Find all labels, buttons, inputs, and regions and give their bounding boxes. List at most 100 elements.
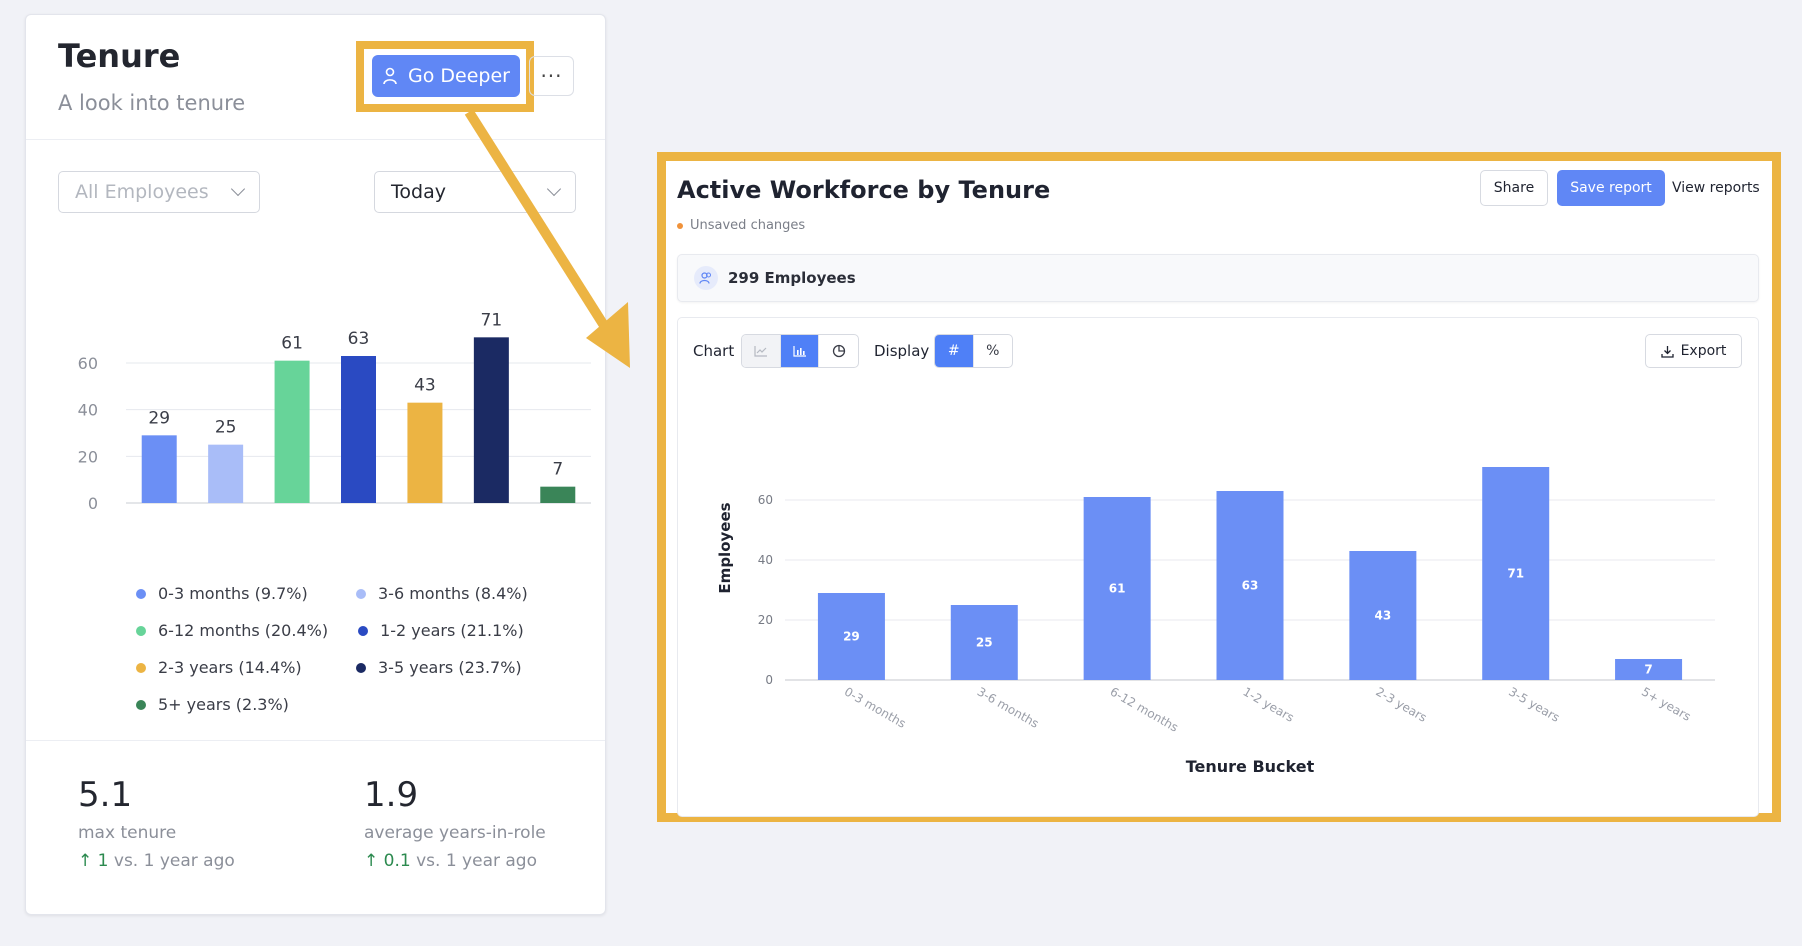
employee-count-bar[interactable]: 299 Employees xyxy=(677,254,1759,302)
legend-label: 5+ years (2.3%) xyxy=(158,695,289,714)
legend-label: 3-6 months (8.4%) xyxy=(378,584,528,603)
y-tick-label: 0 xyxy=(88,494,98,513)
bar[interactable] xyxy=(208,444,244,503)
count-display-option[interactable]: # xyxy=(935,335,974,367)
percent-display-option[interactable]: % xyxy=(974,335,1012,367)
bar[interactable] xyxy=(141,435,177,503)
data-label: 43 xyxy=(1375,609,1392,623)
employees-filter-select[interactable]: All Employees xyxy=(58,171,260,213)
data-label: 7 xyxy=(552,460,563,480)
view-reports-button[interactable]: View reports xyxy=(1672,170,1760,206)
legend-row: 5+ years (2.3%) xyxy=(136,686,566,723)
legend-label: 3-5 years (23.7%) xyxy=(378,658,522,677)
line-chart-icon xyxy=(754,346,767,357)
data-label: 7 xyxy=(1644,663,1652,677)
bar[interactable] xyxy=(274,360,310,503)
legend-label: 1-2 years (21.1%) xyxy=(380,621,524,640)
pie-chart-option[interactable] xyxy=(819,335,858,367)
tenure-bar-chart: 0 20 40 60 29 0-3 months 25 3-6 months 61 6-12 mo… xyxy=(716,467,1715,776)
y-tick-label: 60 xyxy=(78,354,98,373)
y-axis-title: Employees xyxy=(716,502,734,593)
more-options-icon: ··· xyxy=(540,64,563,88)
stat-compare-text: vs. 1 year ago xyxy=(113,851,235,871)
stat-value: 1.9 xyxy=(364,775,419,815)
display-mode-label: Display xyxy=(874,342,930,360)
divider xyxy=(26,740,605,741)
stat-comparison: ↑ 1 vs. 1 year ago xyxy=(78,851,235,871)
report-title: Active Workforce by Tenure xyxy=(677,176,1051,204)
legend-item[interactable]: 5+ years (2.3%) xyxy=(136,695,326,714)
chevron-down-icon xyxy=(546,181,562,197)
employees-filter-value: All Employees xyxy=(75,181,209,203)
legend-label: 6-12 months (20.4%) xyxy=(158,621,329,640)
legend-dot-icon xyxy=(358,625,369,636)
data-label: 71 xyxy=(481,310,503,330)
legend-item[interactable]: 1-2 years (21.1%) xyxy=(358,621,524,640)
legend-label: 2-3 years (14.4%) xyxy=(158,658,302,677)
card-title: Tenure xyxy=(58,37,181,75)
go-deeper-button[interactable]: Go Deeper xyxy=(372,55,520,97)
stat-label: average years-in-role xyxy=(364,823,546,843)
more-options-button[interactable]: ··· xyxy=(529,56,574,96)
data-label: 71 xyxy=(1507,567,1524,581)
x-tick-label: 1-2 years xyxy=(1241,684,1297,724)
display-mode-toggle: # % xyxy=(934,334,1013,368)
export-button[interactable]: Export xyxy=(1645,334,1742,368)
x-axis-title: Tenure Bucket xyxy=(1186,757,1315,776)
pie-chart-icon xyxy=(832,344,845,358)
hash-icon: # xyxy=(947,343,960,359)
legend-item[interactable]: 3-5 years (23.7%) xyxy=(356,658,522,677)
date-filter-value: Today xyxy=(391,181,446,203)
data-label: 61 xyxy=(1109,582,1126,596)
legend-row: 0-3 months (9.7%) 3-6 months (8.4%) xyxy=(136,575,566,612)
unsaved-indicator: Unsaved changes xyxy=(677,218,805,233)
x-tick-label: 3-5 years xyxy=(1506,684,1562,724)
go-deeper-label: Go Deeper xyxy=(408,65,510,87)
bar[interactable] xyxy=(407,402,443,503)
line-chart-option[interactable] xyxy=(742,335,781,367)
stat-comparison: ↑ 0.1 vs. 1 year ago xyxy=(364,851,546,871)
percent-icon: % xyxy=(986,343,1000,359)
stat-label: max tenure xyxy=(78,823,177,843)
status-dot-icon xyxy=(677,222,683,229)
stat-delta: 1 xyxy=(97,851,109,871)
stat-value: 5.1 xyxy=(78,775,133,815)
bar[interactable] xyxy=(341,356,376,503)
data-label: 25 xyxy=(215,418,237,438)
legend-item[interactable]: 6-12 months (20.4%) xyxy=(136,621,328,640)
legend-item[interactable]: 2-3 years (14.4%) xyxy=(136,658,326,677)
legend-dot-icon xyxy=(136,588,146,599)
employee-count-label: 299 Employees xyxy=(728,269,856,287)
legend-item[interactable]: 3-6 months (8.4%) xyxy=(356,584,528,603)
save-report-button[interactable]: Save report xyxy=(1557,170,1665,206)
bar[interactable] xyxy=(473,337,509,503)
data-label: 61 xyxy=(281,334,303,354)
data-label: 43 xyxy=(414,376,436,396)
data-label: 63 xyxy=(348,329,370,349)
legend-dot-icon xyxy=(136,625,146,636)
tenure-card: Tenure A look into tenure All Employees … xyxy=(25,14,606,915)
share-button[interactable]: Share xyxy=(1480,170,1548,206)
legend-item[interactable]: 0-3 months (9.7%) xyxy=(136,584,326,603)
person-icon xyxy=(383,67,397,85)
chart-type-label: Chart xyxy=(693,342,735,360)
bar-chart-icon xyxy=(792,346,806,357)
x-tick-label: 2-3 years xyxy=(1373,684,1429,724)
bar[interactable] xyxy=(540,486,576,503)
y-tick-label: 40 xyxy=(758,553,773,567)
y-tick-label: 0 xyxy=(765,673,773,687)
bar-chart-option[interactable] xyxy=(780,335,820,367)
chevron-down-icon xyxy=(230,181,246,197)
stat-average-years-in-role: 1.9 average years-in-role ↑ 0.1 vs. 1 ye… xyxy=(364,775,546,871)
stat-delta: 0.1 xyxy=(383,851,411,871)
chart-legend: 0-3 months (9.7%) 3-6 months (8.4%) 6-12 m… xyxy=(136,575,566,723)
date-filter-select[interactable]: Today xyxy=(374,171,576,213)
legend-dot-icon xyxy=(356,588,366,599)
y-tick-label: 20 xyxy=(758,613,773,627)
stat-max-tenure: 5.1 max tenure ↑ 1 vs. 1 year ago xyxy=(78,775,235,871)
x-tick-label: 3-6 months xyxy=(975,684,1041,730)
legend-dot-icon xyxy=(136,662,146,673)
export-label: Export xyxy=(1680,343,1727,359)
unsaved-label: Unsaved changes xyxy=(690,218,806,233)
x-tick-label: 5+ years xyxy=(1639,684,1693,723)
